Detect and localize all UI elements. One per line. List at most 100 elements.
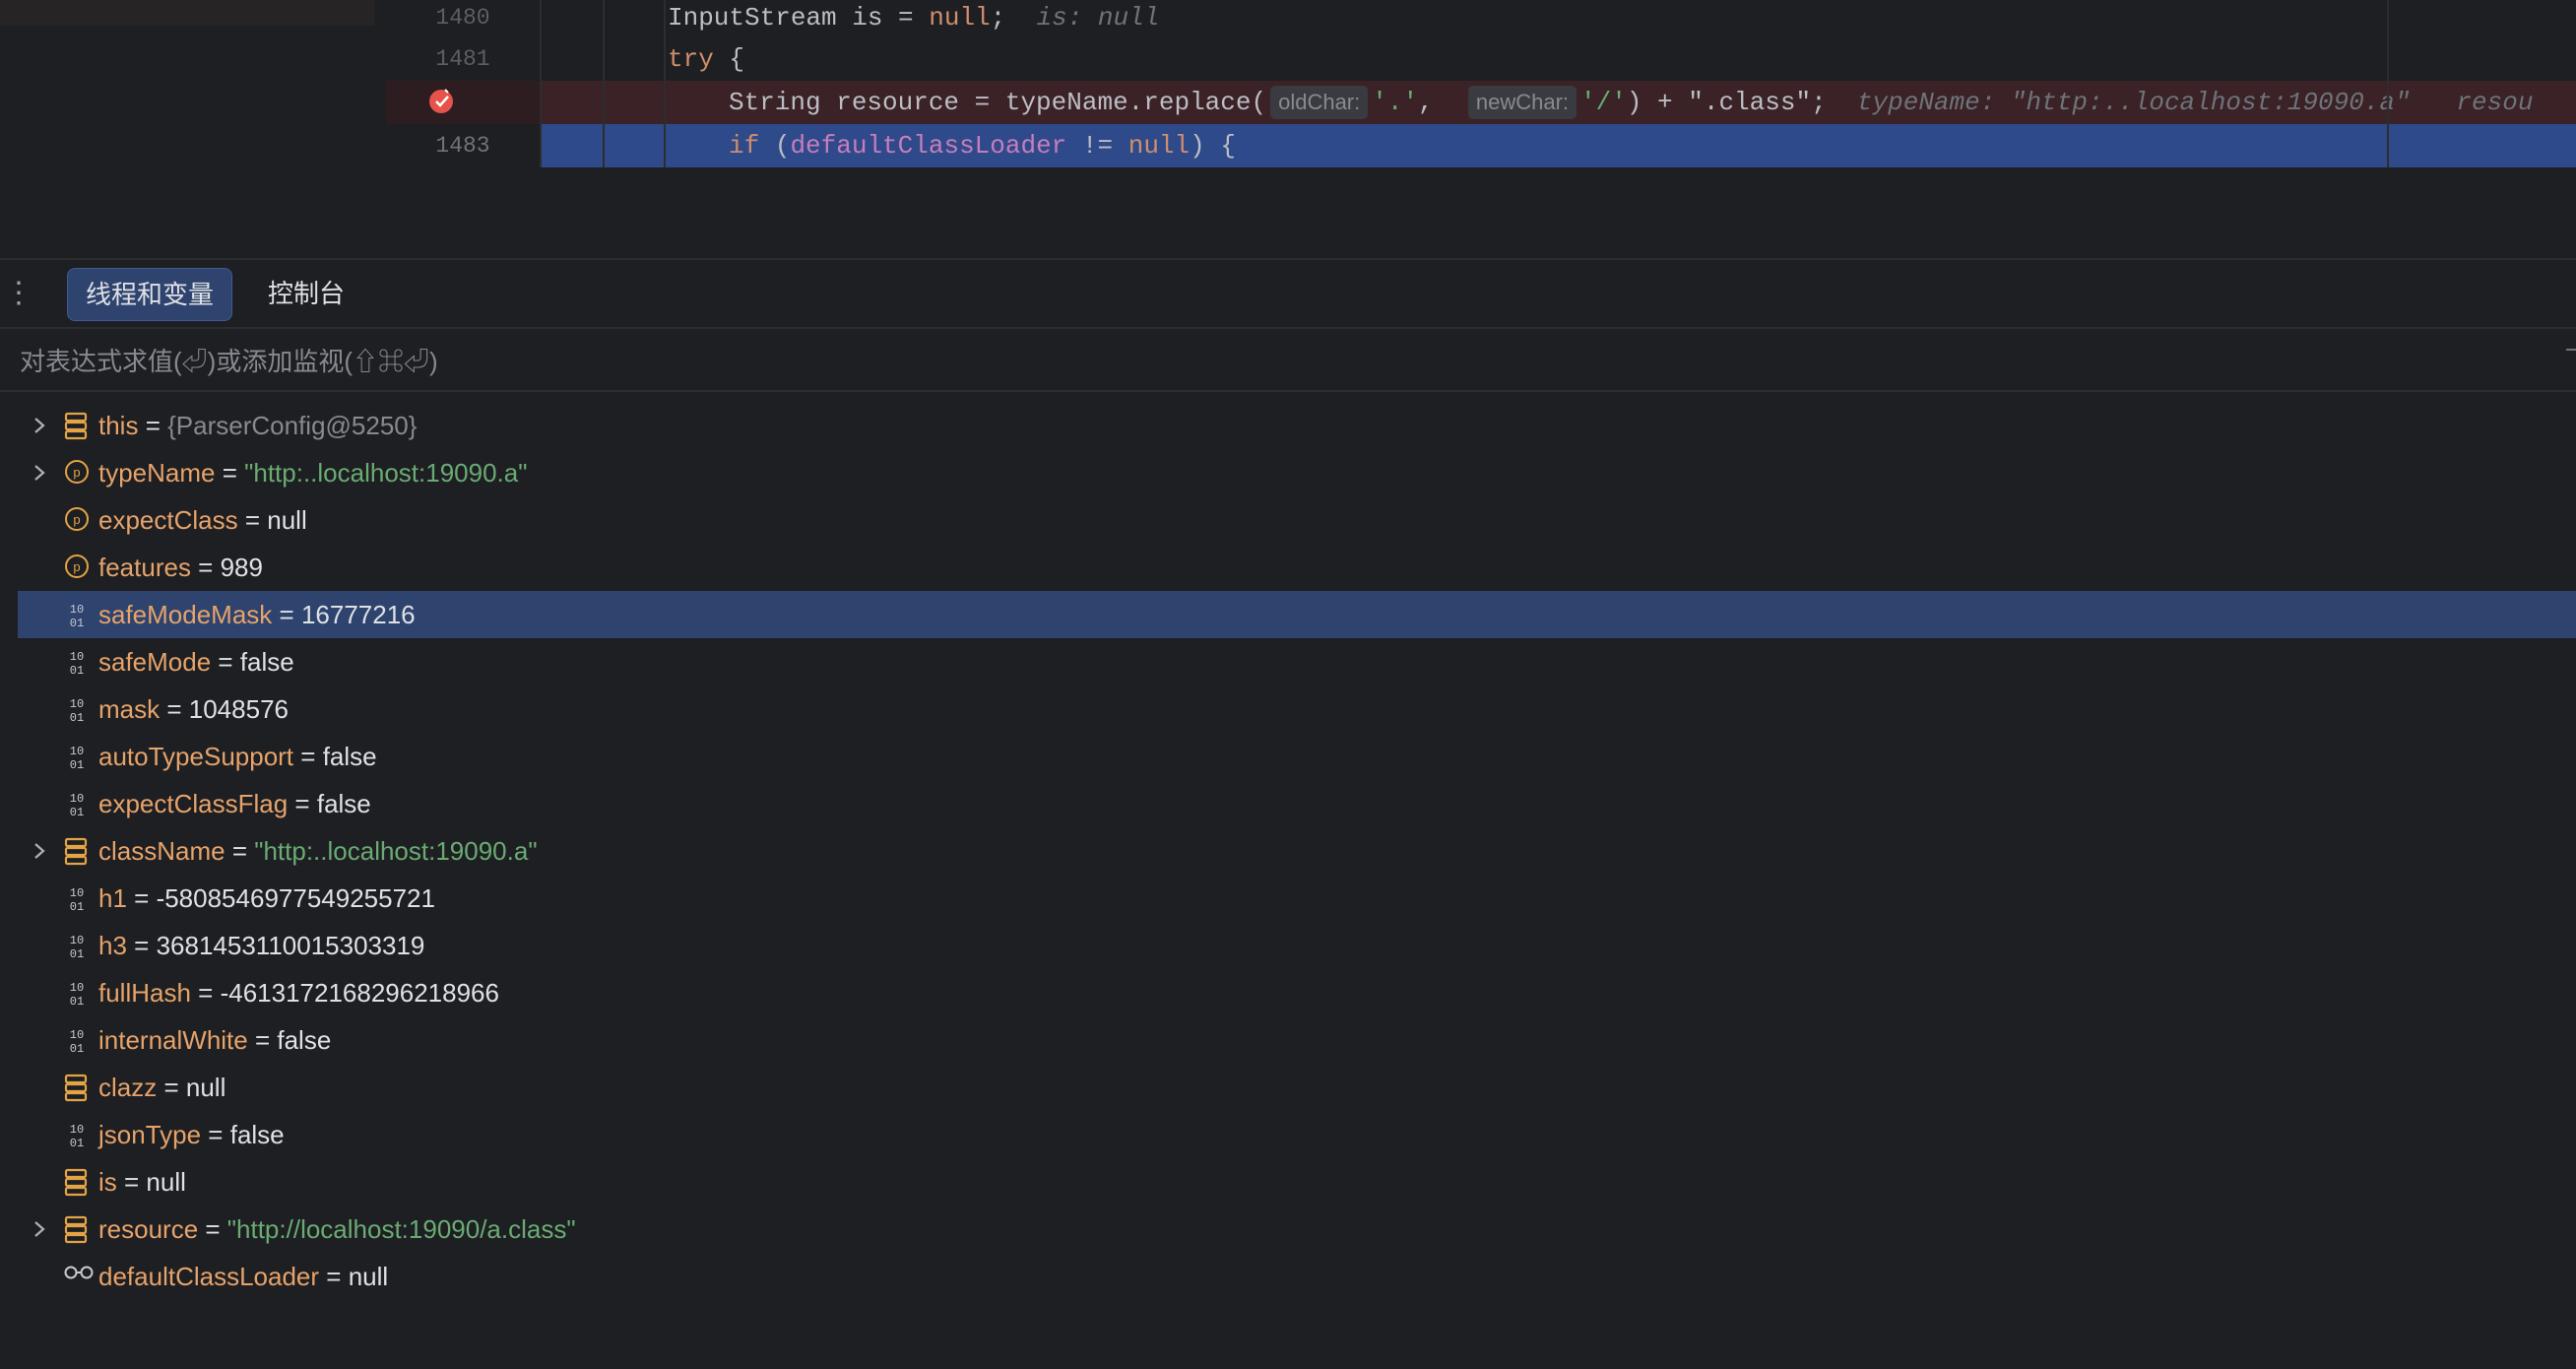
primitive-icon: 10 01 <box>61 1111 93 1158</box>
variable-value: null <box>267 505 307 535</box>
variable-value: 1048576 <box>188 694 289 724</box>
variable-name: expectClass = null <box>98 505 307 535</box>
variable-value: false <box>229 1120 285 1149</box>
svg-text:10: 10 <box>70 1028 84 1042</box>
variable-name: safeMode = false <box>98 647 294 677</box>
variable-value: -5808546977549255721 <box>156 883 435 913</box>
primitive-icon: 10 01 <box>61 733 93 780</box>
code-line-1480[interactable]: 1480 InputStream is = null; is: null <box>386 0 2576 39</box>
variable-name: typeName = "http:..localhost:19090.a" <box>98 458 528 488</box>
variable-name: h3 = 3681453110015303319 <box>98 931 425 960</box>
svg-text:01: 01 <box>70 995 84 1008</box>
chevron-right-icon[interactable] <box>30 827 51 875</box>
svg-text:10: 10 <box>70 792 84 806</box>
svg-text:10: 10 <box>70 934 84 947</box>
variable-row-safeMode[interactable]: 10 01 safeMode = false <box>18 638 2576 685</box>
variable-row-h3[interactable]: 10 01 h3 = 3681453110015303319 <box>18 922 2576 969</box>
gutter-separator <box>540 0 542 167</box>
variable-row-safeModeMask[interactable]: 10 01 safeModeMask = 16777216 <box>18 591 2576 638</box>
variable-name: jsonType = false <box>98 1120 285 1149</box>
chevron-right-icon[interactable] <box>30 402 51 449</box>
variable-value: {ParserConfig@5250} <box>167 411 418 440</box>
variable-name: this = {ParserConfig@5250} <box>98 411 418 440</box>
code-line-breakpoint[interactable]: String resource = typeName.replace(oldCh… <box>386 81 2576 124</box>
primitive-icon: 10 01 <box>61 591 93 638</box>
svg-text:p: p <box>73 512 80 527</box>
variable-row-defaultClassLoader[interactable]: defaultClassLoader = null <box>18 1253 2576 1300</box>
variable-value: false <box>322 742 377 771</box>
svg-text:01: 01 <box>70 947 84 960</box>
variable-row-internalWhite[interactable]: 10 01 internalWhite = false <box>18 1016 2576 1064</box>
line-number: 1483 <box>386 124 540 167</box>
svg-text:p: p <box>73 465 80 480</box>
svg-text:01: 01 <box>70 664 84 677</box>
inline-value-hint: is: null <box>1036 3 1160 33</box>
chevron-right-icon[interactable] <box>30 449 51 496</box>
variable-name: internalWhite = false <box>98 1025 332 1055</box>
variable-row-h1[interactable]: 10 01 h1 = -5808546977549255721 <box>18 875 2576 922</box>
variable-row-mask[interactable]: 10 01 mask = 1048576 <box>18 685 2576 733</box>
variable-value: 989 <box>220 553 263 582</box>
variable-row-className[interactable]: className = "http:..localhost:19090.a" <box>18 827 2576 875</box>
field-icon <box>61 1158 93 1206</box>
variable-row-fullHash[interactable]: 10 01 fullHash = -4613172168296218966 <box>18 969 2576 1016</box>
line-number: 1480 <box>386 0 540 39</box>
variable-row-features[interactable]: p features = 989 <box>18 544 2576 591</box>
tab-threads-and-variables[interactable]: 线程和变量 <box>67 268 233 321</box>
variable-row-expectClass[interactable]: p expectClass = null <box>18 496 2576 544</box>
more-options-icon[interactable]: ⋮ <box>4 274 33 313</box>
variable-value: "http://localhost:19090/a.class" <box>226 1214 576 1244</box>
variable-row-typeName[interactable]: p typeName = "http:..localhost:19090.a" <box>18 449 2576 496</box>
field-icon <box>61 1206 93 1253</box>
variable-value: 3681453110015303319 <box>156 931 425 960</box>
debug-tab-bar: ⋮ 线程和变量 控制台 <box>0 260 2576 327</box>
variable-value: -4613172168296218966 <box>220 978 499 1008</box>
variable-row-expectClassFlag[interactable]: 10 01 expectClassFlag = false <box>18 780 2576 827</box>
svg-text:10: 10 <box>70 1123 84 1137</box>
variable-name: h1 = -5808546977549255721 <box>98 883 435 913</box>
code-line-1481[interactable]: 1481 try { <box>386 37 2576 81</box>
parameter-hint: oldChar: <box>1270 86 1369 119</box>
field-icon <box>61 827 93 875</box>
variable-row-clazz[interactable]: clazz = null <box>18 1064 2576 1111</box>
variable-name: resource = "http://localhost:19090/a.cla… <box>98 1214 576 1244</box>
field-icon <box>61 1064 93 1111</box>
code-line-1483-execution-point[interactable]: 1483 if (defaultClassLoader != null) { <box>386 124 2576 167</box>
right-margin-guide <box>2387 0 2389 167</box>
inline-value-hint-overflow: resou <box>2456 88 2534 117</box>
variable-value: null <box>146 1167 186 1197</box>
variable-name: defaultClassLoader = null <box>98 1262 389 1291</box>
primitive-icon: 10 01 <box>61 922 93 969</box>
variable-name: features = 989 <box>98 553 263 582</box>
variable-name: autoTypeSupport = false <box>98 742 377 771</box>
tab-console[interactable]: 控制台 <box>250 268 362 319</box>
primitive-icon: 10 01 <box>61 685 93 733</box>
evaluate-expression-input[interactable] <box>18 339 2543 384</box>
parameter-hint: newChar: <box>1467 86 1578 119</box>
inline-value-hint: typeName: "http:..localhost:19090.a" <box>1856 88 2411 117</box>
variable-row-is[interactable]: is = null <box>18 1158 2576 1206</box>
parameter-icon: p <box>61 496 93 544</box>
svg-text:10: 10 <box>70 745 84 758</box>
variable-row-this[interactable]: this = {ParserConfig@5250} <box>18 402 2576 449</box>
variable-value: 16777216 <box>300 600 416 629</box>
svg-text:01: 01 <box>70 900 84 913</box>
primitive-icon: 10 01 <box>61 638 93 685</box>
primitive-icon: 10 01 <box>61 969 93 1016</box>
code-text: String resource = typeName.replace(oldCh… <box>729 86 2534 119</box>
svg-text:01: 01 <box>70 711 84 724</box>
variable-row-resource[interactable]: resource = "http://localhost:19090/a.cla… <box>18 1206 2576 1253</box>
svg-text:10: 10 <box>70 981 84 995</box>
variable-row-autoTypeSupport[interactable]: 10 01 autoTypeSupport = false <box>18 733 2576 780</box>
code-text: if (defaultClassLoader != null) { <box>729 131 1236 161</box>
svg-text:01: 01 <box>70 1042 84 1055</box>
variable-row-jsonType[interactable]: 10 01 jsonType = false <box>18 1111 2576 1158</box>
chevron-right-icon[interactable] <box>30 1206 51 1253</box>
eval-bar-handle <box>2566 349 2576 351</box>
code-editor[interactable]: 1480 InputStream is = null; is: null 148… <box>386 0 2576 167</box>
breakpoint-icon[interactable] <box>427 87 455 114</box>
svg-text:01: 01 <box>70 758 84 771</box>
svg-text:01: 01 <box>70 1137 84 1149</box>
code-text: InputStream is = null; is: null <box>668 3 1160 33</box>
variable-value: false <box>277 1025 332 1055</box>
